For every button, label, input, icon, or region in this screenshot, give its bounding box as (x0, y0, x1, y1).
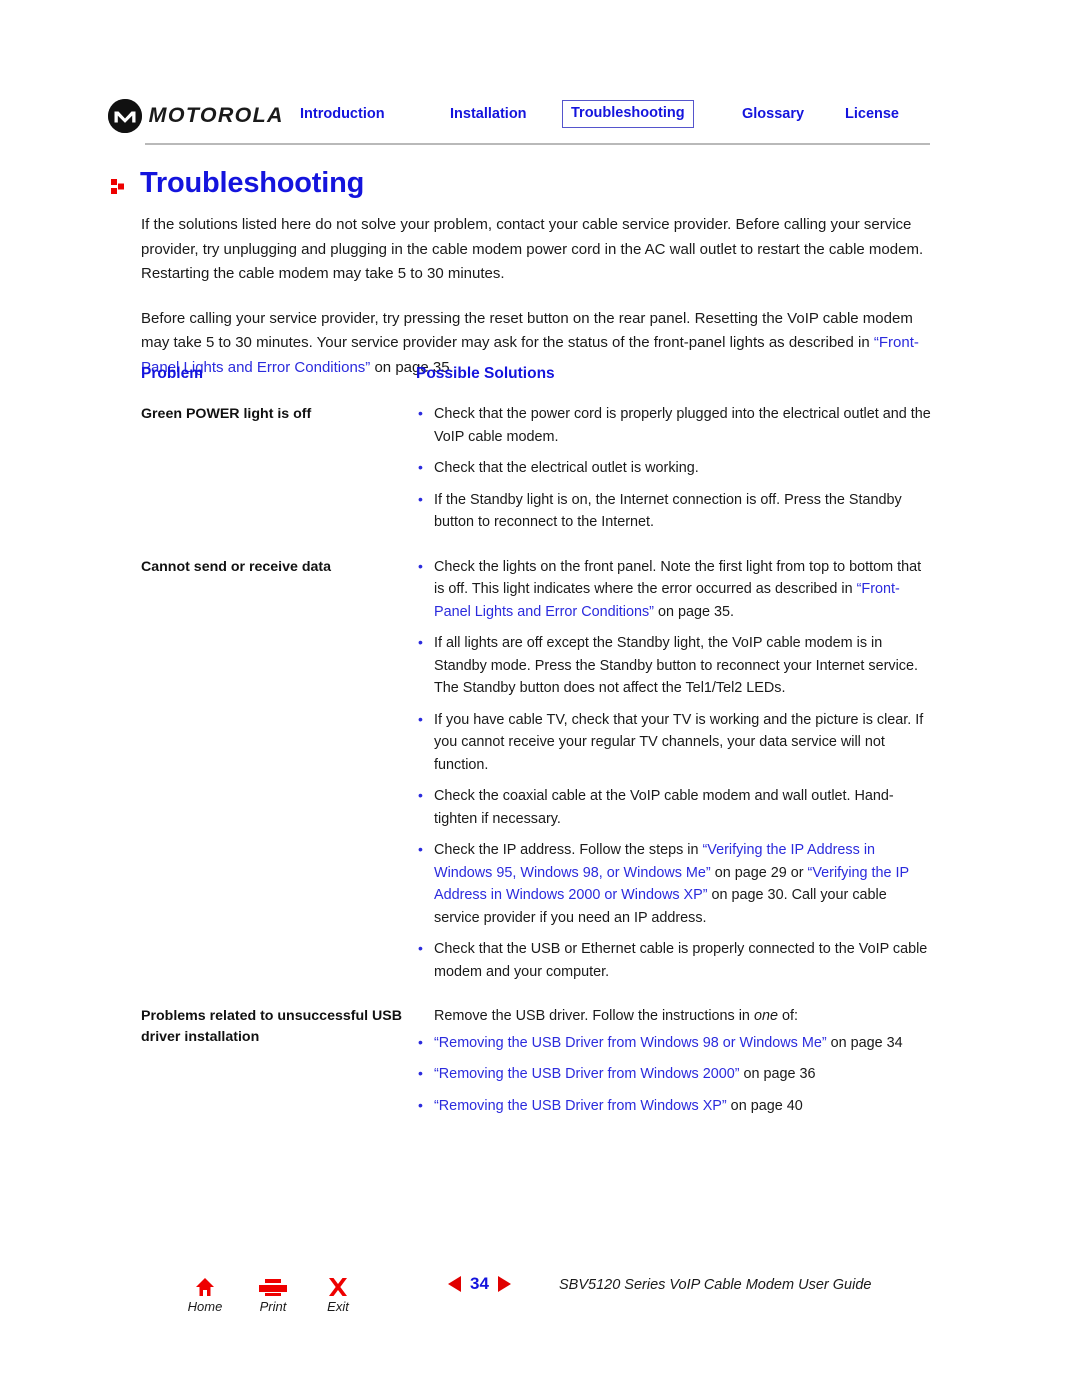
list-item: Check that the power cord is properly pl… (416, 402, 931, 448)
list-item-text-after: on page 36 (739, 1066, 816, 1082)
document-page: MOTOROLA Introduction Installation Troub… (0, 0, 1080, 1397)
home-button[interactable]: Home (175, 1272, 235, 1314)
table-row: Problems related to unsuccessful USB dri… (141, 1005, 931, 1117)
lead-text-after: of: (777, 1008, 798, 1024)
list-item: Check the coaxial cable at the VoIP cabl… (416, 784, 931, 830)
problem-label: Green POWER light is off (141, 406, 312, 422)
lead-text-before: Remove the USB driver. Follow the instru… (434, 1008, 754, 1024)
list-item: Check that the USB or Ethernet cable is … (416, 937, 931, 983)
solutions-lead-text: Remove the USB driver. Follow the instru… (416, 1005, 931, 1028)
solutions-cell: Check the lights on the front panel. Not… (416, 555, 931, 984)
list-item: “Removing the USB Driver from Windows 20… (416, 1062, 931, 1086)
motorola-batwing-icon (108, 99, 142, 133)
page-header: MOTOROLA Introduction Installation Troub… (0, 0, 1080, 150)
list-item-text-before: Check the IP address. Follow the steps i… (434, 842, 703, 858)
list-item: Check that the electrical outlet is work… (416, 456, 931, 480)
nav-item-license[interactable]: License (845, 103, 899, 125)
page-navigation: 34 (448, 1275, 511, 1292)
page-title-row: Troubleshooting (110, 166, 364, 200)
home-icon (175, 1272, 235, 1298)
problem-label: Cannot send or receive data (141, 558, 332, 575)
list-item-text-mid: on page 29 or (710, 864, 808, 881)
nav-item-introduction[interactable]: Introduction (300, 103, 385, 125)
list-item: Check the lights on the front panel. Not… (416, 555, 931, 624)
solutions-cell: Remove the USB driver. Follow the instru… (416, 1005, 931, 1117)
link-remove-usb-driver-win2000[interactable]: “Removing the USB Driver from Windows 20… (434, 1066, 740, 1082)
list-item-text-after: on page 35. (653, 603, 735, 620)
solution-list: Check that the power cord is properly pl… (416, 402, 931, 534)
print-button[interactable]: Print (243, 1272, 303, 1314)
table-row: Green POWER light is off Check that the … (141, 402, 931, 534)
page-footer: Home Print Exit 34 SBV5120 Series VoIP C… (0, 1262, 1080, 1332)
list-item-text-after: on page 40 (726, 1097, 803, 1114)
intro-paragraph-2-before: Before calling your service provider, tr… (141, 309, 913, 352)
list-item: “Removing the USB Driver from Windows XP… (416, 1094, 931, 1118)
exit-button-label: Exit (327, 1299, 349, 1314)
lead-text-emphasis: one (753, 1008, 778, 1024)
close-x-icon (308, 1272, 368, 1298)
exit-button[interactable]: Exit (308, 1272, 368, 1314)
link-remove-usb-driver-winxp[interactable]: “Removing the USB Driver from Windows XP… (434, 1098, 727, 1114)
problem-label: Problems related to unsuccessful USB dri… (141, 1008, 402, 1045)
home-button-label: Home (187, 1299, 223, 1314)
motorola-wordmark: MOTOROLA (148, 104, 284, 127)
red-arrow-marker-icon (111, 179, 124, 194)
print-button-label: Print (259, 1299, 287, 1314)
top-navigation: Introduction Installation Troubleshootin… (300, 100, 940, 129)
page-title: Troubleshooting (140, 167, 365, 199)
solution-list: “Removing the USB Driver from Windows 98… (416, 1031, 931, 1118)
triangle-left-icon[interactable] (448, 1275, 461, 1292)
nav-item-troubleshooting[interactable]: Troubleshooting (562, 100, 694, 128)
list-item: If you have cable TV, check that your TV… (416, 708, 931, 777)
solutions-cell: Check that the power cord is properly pl… (416, 402, 931, 534)
list-item: If the Standby light is on, the Internet… (416, 488, 931, 534)
triangle-right-icon[interactable] (497, 1275, 511, 1292)
printer-icon (243, 1272, 303, 1298)
intro-paragraph-1: If the solutions listed here do not solv… (141, 216, 924, 282)
list-item: “Removing the USB Driver from Windows 98… (416, 1031, 931, 1055)
table-row: Cannot send or receive data Check the li… (141, 555, 931, 984)
list-item: Check the IP address. Follow the steps i… (416, 838, 931, 929)
troubleshooting-table: Problem Possible Solutions Green POWER l… (141, 365, 931, 1139)
nav-item-glossary[interactable]: Glossary (742, 103, 804, 125)
solution-list: Check the lights on the front panel. Not… (416, 555, 931, 984)
link-remove-usb-driver-win98-me[interactable]: “Removing the USB Driver from Windows 98… (434, 1035, 827, 1051)
guide-title: SBV5120 Series VoIP Cable Modem User Gui… (559, 1277, 872, 1293)
list-item-text-after: on page 34 (826, 1034, 903, 1051)
motorola-logo: MOTOROLA (108, 99, 283, 133)
column-header-problem: Problem (141, 365, 204, 382)
column-header-solutions: Possible Solutions (416, 365, 555, 382)
nav-item-installation[interactable]: Installation (450, 103, 527, 125)
table-header-row: Problem Possible Solutions (141, 365, 931, 383)
header-divider (145, 143, 930, 145)
list-item-text-before: Check the lights on the front panel. Not… (434, 558, 922, 598)
page-number: 34 (470, 1274, 489, 1293)
list-item: If all lights are off except the Standby… (416, 631, 931, 700)
